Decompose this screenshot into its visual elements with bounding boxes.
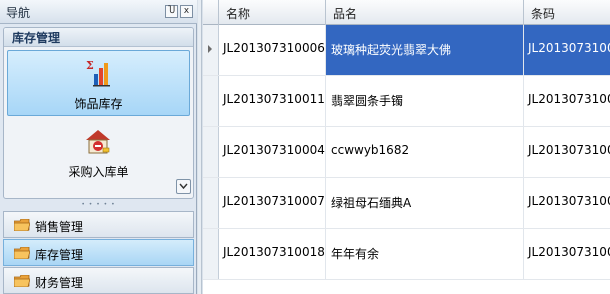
table-row[interactable]: JL201307310007 绿祖母石缅典A JL2013073100 xyxy=(203,178,610,229)
cell-name[interactable]: JL201307310018 xyxy=(219,229,326,279)
table-row[interactable]: JL201307310004 ccwwyb1682 JL2013073100 xyxy=(203,127,610,178)
table-row[interactable]: JL201307310011 翡翠圆条手镯 JL2013073100 xyxy=(203,76,610,127)
chevron-down-icon xyxy=(179,183,188,190)
category-label: 库存管理 xyxy=(35,248,84,262)
tile-jewelry-stock[interactable]: Σ 饰品库存 xyxy=(7,50,190,116)
tile-purchase-receipt[interactable]: 采购入库单 xyxy=(7,119,190,185)
cell-barcode[interactable]: JL2013073100 xyxy=(524,25,610,75)
cell-name[interactable]: JL201307310007 xyxy=(219,178,326,228)
panel-divider[interactable] xyxy=(198,0,202,294)
nav-header: 导航 Ⴎ x xyxy=(0,0,197,24)
column-header-name[interactable]: 名称 xyxy=(219,0,326,25)
row-selector[interactable] xyxy=(203,127,219,177)
table-row[interactable]: JL201307310006 玻璃种起荧光翡翠大佛 JL2013073100 xyxy=(203,25,610,76)
tile-label: 采购入库单 xyxy=(68,165,129,179)
folder-icon xyxy=(14,247,30,259)
folder-icon xyxy=(14,275,30,287)
row-selector[interactable] xyxy=(203,76,219,126)
cell-barcode[interactable]: JL2013073100 xyxy=(524,229,610,279)
cell-barcode[interactable]: JL2013073100 xyxy=(524,76,610,126)
panel-splitter[interactable]: • • • • • xyxy=(3,202,194,208)
current-row-icon xyxy=(208,45,212,53)
house-purchase-icon xyxy=(86,130,110,154)
tile-label: 饰品库存 xyxy=(74,97,123,111)
close-icon[interactable]: x xyxy=(180,5,193,18)
category-label: 销售管理 xyxy=(35,220,84,234)
cell-barcode[interactable]: JL2013073100 xyxy=(524,127,610,177)
row-selector-header[interactable] xyxy=(203,0,219,25)
cell-product[interactable]: 翡翠圆条手镯 xyxy=(326,76,524,126)
category-sales[interactable]: 销售管理 xyxy=(3,211,194,238)
data-grid: 名称 品名 条码 JL201307310006 玻璃种起荧光翡翠大佛 JL201… xyxy=(203,0,610,294)
cell-product[interactable]: 年年有余 xyxy=(326,229,524,279)
nav-title: 导航 xyxy=(6,6,31,20)
cell-product[interactable]: ccwwyb1682 xyxy=(326,127,524,177)
category-inventory[interactable]: 库存管理 xyxy=(3,239,194,266)
scroll-down-button[interactable] xyxy=(176,179,191,194)
table-row[interactable]: JL201307310018 年年有余 JL2013073100 xyxy=(203,229,610,280)
category-finance[interactable]: 财务管理 xyxy=(3,267,194,294)
row-selector[interactable] xyxy=(203,229,219,279)
cell-product[interactable]: 绿祖母石缅典A xyxy=(326,178,524,228)
navigation-panel: 导航 Ⴎ x 库存管理 Σ 饰品库存 采购入库单 • • • • • 销售管理 … xyxy=(0,0,197,294)
group-title: 库存管理 xyxy=(4,28,193,47)
bar-chart-sigma-icon: Σ xyxy=(86,59,110,87)
cell-barcode[interactable]: JL2013073100 xyxy=(524,178,610,228)
inventory-group: 库存管理 Σ 饰品库存 采购入库单 xyxy=(3,27,194,199)
cell-name[interactable]: JL201307310004 xyxy=(219,127,326,177)
cell-name[interactable]: JL201307310011 xyxy=(219,76,326,126)
pin-icon[interactable]: Ⴎ xyxy=(165,5,178,18)
svg-text:Σ: Σ xyxy=(86,59,94,72)
grid-header: 名称 品名 条码 xyxy=(203,0,610,25)
column-header-product[interactable]: 品名 xyxy=(326,0,524,25)
cell-product[interactable]: 玻璃种起荧光翡翠大佛 xyxy=(326,25,524,75)
row-selector[interactable] xyxy=(203,178,219,228)
cell-name[interactable]: JL201307310006 xyxy=(219,25,326,75)
folder-icon xyxy=(14,219,30,231)
category-label: 财务管理 xyxy=(35,276,84,290)
column-header-barcode[interactable]: 条码 xyxy=(524,0,610,25)
row-selector[interactable] xyxy=(203,25,219,75)
